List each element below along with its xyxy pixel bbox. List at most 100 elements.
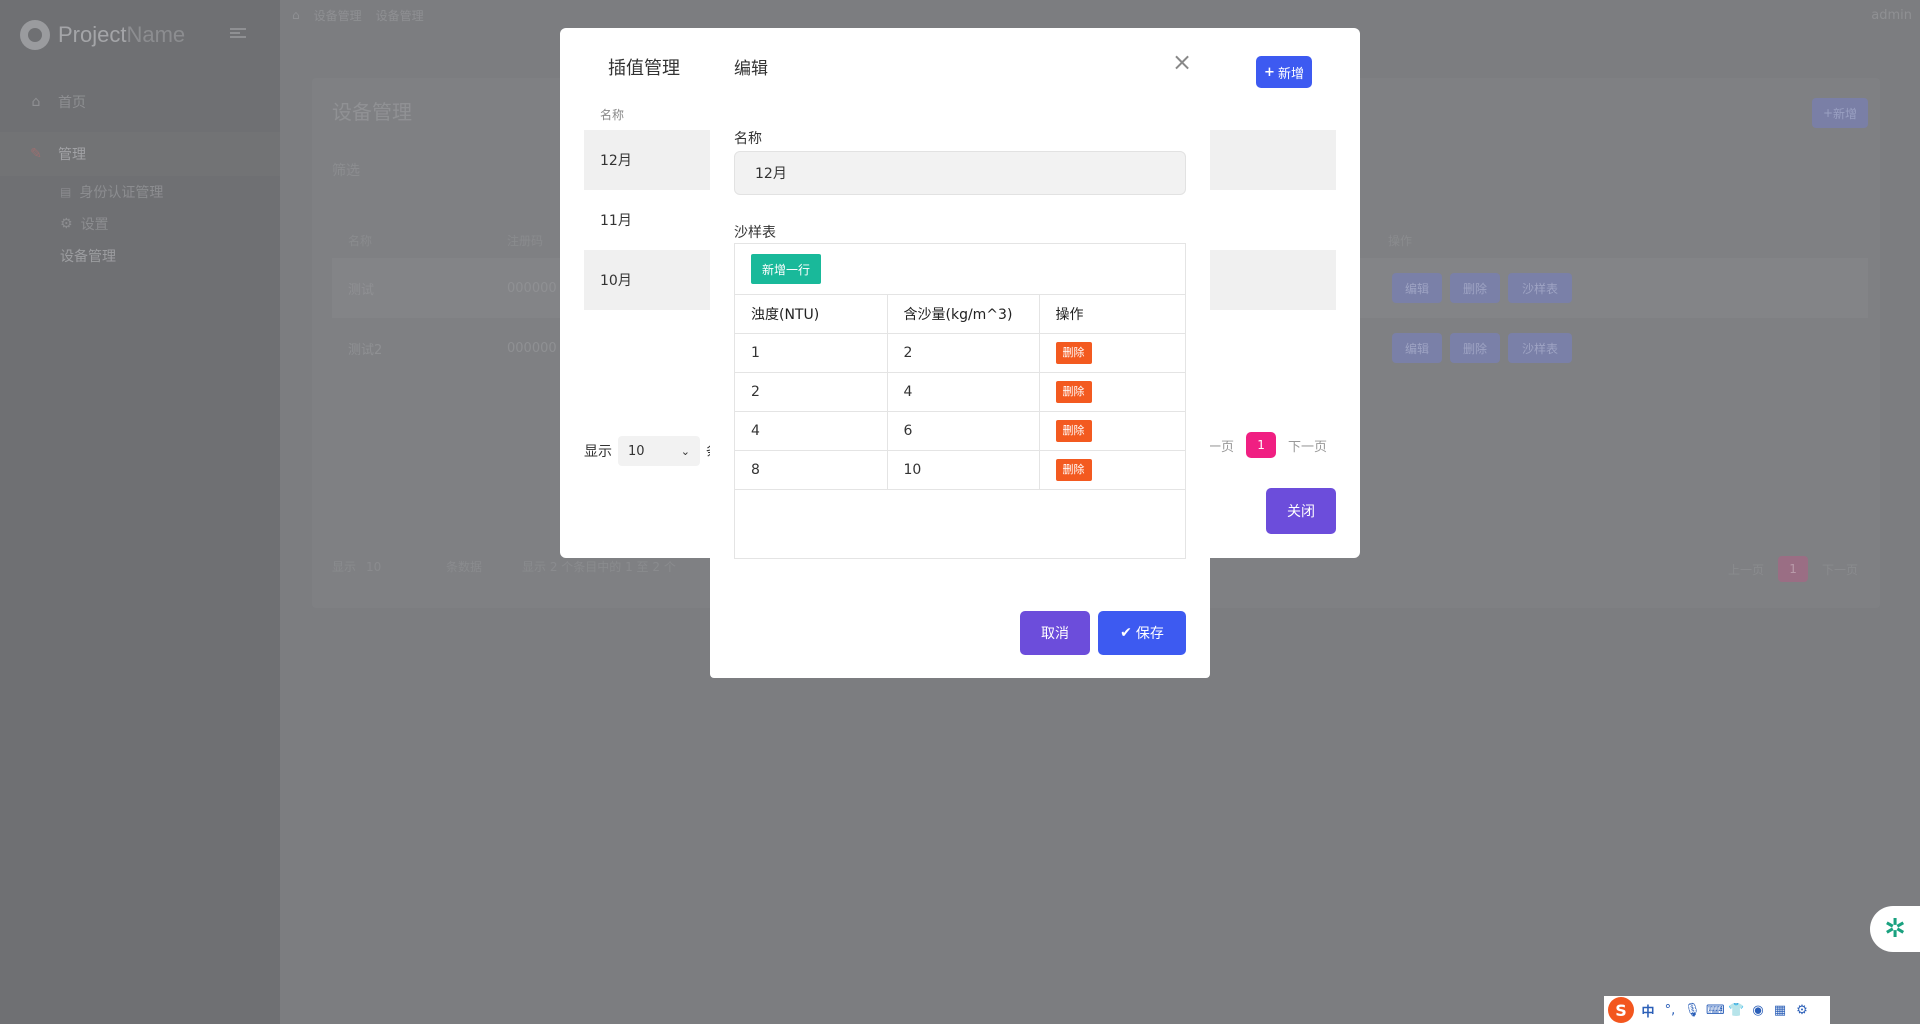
action-cell: 删除 <box>1038 411 1185 451</box>
edit-button[interactable]: 编辑 <box>1392 273 1442 303</box>
add-interp-button[interactable]: + 新增 <box>1256 56 1312 88</box>
pager-prev[interactable]: 上一页 <box>1728 561 1764 578</box>
sidebar: ProjectName ⌂ 首页 ✎ 管理 ▤ 身份认证管理 ⚙ 设置 设备管理 <box>0 0 280 1024</box>
pager-page-1[interactable]: 1 <box>1778 556 1809 582</box>
turbidity-cell[interactable]: 2 <box>735 372 887 412</box>
sediment-cell[interactable]: 6 <box>886 411 1039 451</box>
table-row: 8 10 删除 <box>735 450 1185 490</box>
topbar: ⌂ 设备管理 设备管理 admin <box>280 0 1920 30</box>
home-icon[interactable]: ⌂ <box>292 8 300 22</box>
sand-table-button[interactable]: 沙样表 <box>1508 273 1572 303</box>
breadcrumb-item[interactable]: 设备管理 <box>314 7 362 24</box>
chevron-down-icon: ⌄ <box>680 444 690 458</box>
table-row: 4 6 删除 <box>735 411 1185 451</box>
page-size-select[interactable]: 10 ⌄ <box>618 436 700 466</box>
sidebar-item-device[interactable]: 设备管理 <box>0 240 280 272</box>
delete-row-button[interactable]: 删除 <box>1055 459 1092 481</box>
table-footer: 显示 10 条数据 显示 2 个条目中的 1 至 2 个 <box>332 558 676 575</box>
close-button[interactable]: 关闭 <box>1266 488 1336 534</box>
cancel-button[interactable]: 取消 <box>1020 611 1090 655</box>
ime-logo-icon[interactable]: S <box>1608 997 1634 1023</box>
brand[interactable]: ProjectName <box>20 20 185 50</box>
add-device-button[interactable]: + 新增 <box>1812 98 1868 128</box>
filter-label[interactable]: 筛选 <box>332 160 360 180</box>
interp-name: 12月 <box>600 153 632 169</box>
turbidity-cell[interactable]: 8 <box>735 450 887 490</box>
add-device-label: 新增 <box>1833 106 1858 121</box>
user-name[interactable]: admin <box>1871 8 1912 23</box>
footer-show-label: 显示 <box>332 560 357 574</box>
column-header-turbidity: 浊度(NTU) <box>735 294 887 334</box>
sidebar-item-auth[interactable]: ▤ 身份认证管理 <box>0 176 280 208</box>
punctuation-icon[interactable]: °, <box>1662 1003 1678 1018</box>
table-row: 1 2 删除 <box>735 333 1185 373</box>
check-icon: ✔ <box>1120 625 1132 641</box>
settings-icon[interactable]: ⚙ <box>1794 1003 1810 1018</box>
pager-prev[interactable]: 一页 <box>1208 436 1234 455</box>
add-interp-label: 新增 <box>1277 66 1304 82</box>
turbidity-cell[interactable]: 1 <box>735 333 887 373</box>
menu-toggle-icon[interactable] <box>230 28 246 38</box>
pager-page-1[interactable]: 1 <box>1246 432 1277 458</box>
ime-language-toggle[interactable]: 中 <box>1640 1001 1656 1020</box>
edit-button[interactable]: 编辑 <box>1392 333 1442 363</box>
sidebar-item-label: 首页 <box>58 95 86 111</box>
column-header-actions: 操作 <box>1388 233 1413 248</box>
delete-button[interactable]: 删除 <box>1450 333 1500 363</box>
show-label: 显示 <box>584 444 612 460</box>
assistant-float-icon[interactable]: ✲ <box>1870 906 1920 952</box>
skin-icon[interactable]: 👕 <box>1728 1003 1744 1018</box>
pager-next[interactable]: 下一页 <box>1822 561 1858 578</box>
column-header-name: 名称 <box>600 108 625 122</box>
name-input[interactable] <box>734 151 1186 195</box>
breadcrumb-item: 设备管理 <box>375 8 424 23</box>
pager: 上一页 1 下一页 <box>1728 556 1858 582</box>
edit-dialog: 编辑 × 名称 沙样表 新增一行 浊度(NTU) 含沙量(kg/m^3) 操作 … <box>710 28 1210 678</box>
turbidity-cell[interactable]: 4 <box>735 411 887 451</box>
pager-next[interactable]: 下一页 <box>1288 436 1327 455</box>
brand-logo-icon <box>20 20 50 50</box>
column-header-name[interactable]: 名称 <box>348 232 372 249</box>
close-icon[interactable]: × <box>1170 50 1194 74</box>
robot-icon[interactable]: ◉ <box>1750 1003 1766 1018</box>
sand-table-button[interactable]: 沙样表 <box>1508 333 1572 363</box>
row-actions: 编辑 删除 沙样表 <box>1392 333 1572 363</box>
brand-name: ProjectName <box>58 22 185 48</box>
delete-row-button[interactable]: 删除 <box>1055 381 1092 403</box>
sediment-cell[interactable]: 4 <box>886 372 1039 412</box>
sand-table-label: 沙样表 <box>734 225 776 241</box>
device-code: 000000 <box>507 280 557 296</box>
sidebar-item-settings[interactable]: ⚙ 设置 <box>0 208 280 240</box>
dialog-title: 编辑 <box>734 59 768 79</box>
sediment-cell[interactable]: 10 <box>886 450 1039 490</box>
id-card-icon: ▤ <box>60 185 72 199</box>
delete-row-button[interactable]: 删除 <box>1055 420 1092 442</box>
wrench-icon: ✎ <box>30 146 42 162</box>
sediment-cell[interactable]: 2 <box>886 333 1039 373</box>
action-cell: 删除 <box>1038 333 1185 373</box>
apps-icon[interactable]: ▦ <box>1772 1003 1788 1018</box>
sidebar-sub-label: 设备管理 <box>60 249 116 265</box>
page-size-control: 显示 10 ⌄ 条 <box>584 436 720 466</box>
microphone-icon[interactable]: 🎙 <box>1684 1003 1701 1018</box>
sand-sample-table: 浊度(NTU) 含沙量(kg/m^3) 操作 1 2 删除 2 4 删除 4 6… <box>735 294 1185 490</box>
brand-prefix: Project <box>58 22 127 47</box>
sidebar-sub-label: 设置 <box>80 217 109 233</box>
sand-table: 新增一行 浊度(NTU) 含沙量(kg/m^3) 操作 1 2 删除 2 4 删… <box>734 243 1186 559</box>
table-header-row: 浊度(NTU) 含沙量(kg/m^3) 操作 <box>735 294 1185 334</box>
column-header-actions: 操作 <box>1038 294 1185 334</box>
delete-row-button[interactable]: 删除 <box>1055 342 1092 364</box>
sidebar-item-manage[interactable]: ✎ 管理 <box>0 132 280 176</box>
page-size-select[interactable]: 10 <box>366 560 436 574</box>
name-label: 名称 <box>734 131 762 147</box>
interp-name: 11月 <box>600 213 632 229</box>
device-name: 测试2 <box>348 342 383 358</box>
sidebar-item-home[interactable]: ⌂ 首页 <box>0 80 280 124</box>
action-cell: 删除 <box>1038 450 1185 490</box>
plus-icon: + <box>1264 64 1275 80</box>
ime-toolbar: S 中 °, 🎙 ⌨ 👕 ◉ ▦ ⚙ <box>1604 996 1830 1024</box>
add-row-button[interactable]: 新增一行 <box>751 254 821 284</box>
save-button[interactable]: ✔ 保存 <box>1098 611 1186 655</box>
keyboard-icon[interactable]: ⌨ <box>1706 1003 1725 1018</box>
delete-button[interactable]: 删除 <box>1450 273 1500 303</box>
